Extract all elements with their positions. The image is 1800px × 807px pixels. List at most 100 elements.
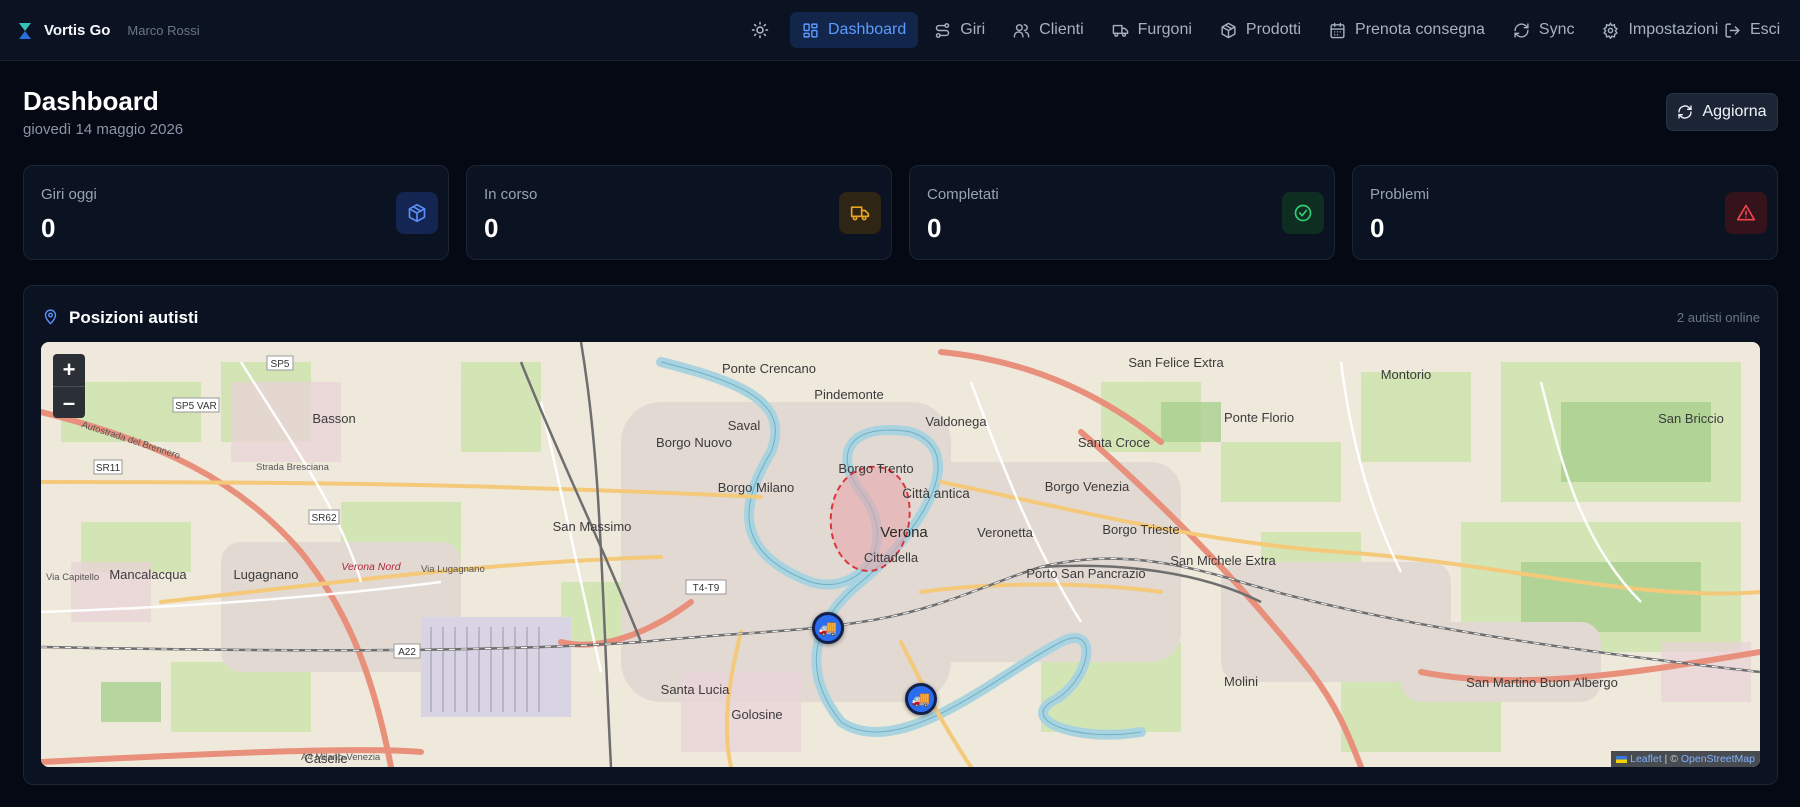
calendar-icon [1330,22,1345,38]
sun-icon [751,21,769,39]
stat-value: 0 [1370,213,1385,243]
map-label: Ponte Florio [1224,410,1294,425]
zoom-out-button[interactable]: – [53,386,85,418]
map-label: Lugagnano [233,567,298,582]
logout-button[interactable]: Esci [1712,12,1792,48]
map-label: Veronetta [977,525,1033,540]
stat-icon-wrapper [839,192,881,234]
stat-value: 0 [927,213,942,243]
road-shield: T4-T9 [693,583,720,594]
brand[interactable]: Vortis Go Marco Rossi [18,0,200,61]
road-shield: SR11 [96,463,121,474]
check-circle-icon [1294,204,1312,222]
stat-label: Giri oggi [41,186,97,203]
nav-item-sync[interactable]: Sync [1501,12,1587,48]
map-label: San Felice Extra [1128,355,1224,370]
attribution-separator: | © [1661,753,1681,765]
nav-item-furgoni[interactable]: Furgoni [1100,12,1204,48]
nav-item-label: Impostazioni [1628,21,1719,38]
package-icon [1221,22,1236,38]
map-label: San Michele Extra [1170,553,1276,568]
map-view[interactable]: Ponte Crencano Pindemonte Saval Valdoneg… [41,342,1760,767]
page-date: giovedì 14 maggio 2026 [23,121,184,138]
nav-item-label: Furgoni [1137,21,1192,38]
stat-value: 0 [484,213,499,243]
map-attribution: Leaflet | © OpenStreetMap [1611,751,1760,767]
logout-label: Esci [1750,21,1781,38]
map-label: Basson [312,411,355,426]
map-label: Borgo Nuovo [656,435,732,450]
app-name: Vortis Go [44,22,111,39]
stat-card-giri-oggi: Giri oggi 0 [23,165,449,260]
truck-icon [1112,24,1128,37]
top-navbar: Vortis Go Marco Rossi Dashboard Giri Cli… [0,0,1800,61]
alert-triangle-icon [1736,204,1756,221]
zoom-control: + – [53,354,85,418]
map-label: Via Lugagnano [421,564,485,575]
nav-item-prodotti[interactable]: Prodotti [1208,12,1313,48]
gear-icon [1603,21,1619,39]
nav-item-dashboard[interactable]: Dashboard [790,12,919,48]
driver-marker-2[interactable]: 🚚 [905,683,937,715]
refresh-icon [1678,105,1693,119]
nav-item-impostazioni[interactable]: Impostazioni [1590,12,1730,48]
map-label: Verona Nord [341,561,401,573]
stat-icon-wrapper [396,192,438,234]
sync-icon [1514,22,1529,38]
driver-positions-panel: Posizioni autisti 2 autisti online Ponte… [23,285,1778,785]
map-label: Golosine [731,707,782,722]
map-tiles: Ponte Crencano Pindemonte Saval Valdoneg… [41,342,1760,767]
driver-marker-1[interactable]: 🚚 [812,612,844,644]
stat-label: Completati [927,186,999,203]
nav-item-clienti[interactable]: Clienti [1001,12,1095,48]
map-label: Santa Croce [1078,435,1150,450]
refresh-button[interactable]: Aggiorna [1666,93,1778,131]
map-label: Valdonega [925,414,987,429]
zoom-in-button[interactable]: + [53,354,85,386]
stat-card-problemi: Problemi 0 [1352,165,1778,260]
map-label: San Briccio [1658,411,1724,426]
page-title: Dashboard [23,86,159,116]
nav-item-label: Prodotti [1245,21,1302,38]
leaflet-link[interactable]: Leaflet [1630,753,1662,765]
stat-card-in-corso: In corso 0 [466,165,892,260]
map-label: Via Capitello [46,572,99,583]
stat-label: Problemi [1370,186,1430,203]
map-label: Cittadella [864,550,919,565]
users-icon [1013,23,1030,38]
package-icon [408,203,426,223]
nav-item-label: Prenota consegna [1355,21,1485,38]
stat-card-completati: Completati 0 [909,165,1335,260]
nav-item-label: Giri [960,21,986,38]
road-shield: SP5 [271,359,290,370]
map-label: Città antica [902,486,970,501]
road-shield: SR62 [311,513,336,524]
refresh-label: Aggiorna [1702,103,1767,120]
theme-toggle-button[interactable] [742,12,778,48]
map-label: Borgo Venezia [1045,479,1130,494]
truck-icon [850,206,870,221]
nav-item-giri[interactable]: Giri [922,12,997,48]
map-label: Ponte Crencano [722,361,816,376]
user-name: Marco Rossi [127,23,200,38]
stat-label: In corso [484,186,538,203]
stat-icon-wrapper [1725,192,1767,234]
nav-item-prenota-consegna[interactable]: Prenota consegna [1317,12,1497,48]
map-label: Borgo Trento [838,461,913,476]
nav-item-label: Dashboard [828,21,907,38]
map-label: Porto San Pancrazio [1026,566,1145,581]
road-shield: SP5 VAR [175,401,217,412]
osm-link[interactable]: OpenStreetMap [1681,753,1755,765]
hourglass-logo-icon [19,22,31,39]
map-label: A4 Milano-Venezia [301,752,381,763]
map-label: Montorio [1381,367,1432,382]
stat-value: 0 [41,213,56,243]
map-label: Molini [1224,674,1258,689]
panel-title: Posizioni autisti [69,308,199,327]
nav-item-label: Sync [1538,21,1575,38]
drivers-online-count: 2 autisti online [1676,310,1760,325]
stat-icon-wrapper [1282,192,1324,234]
ukraine-flag-icon [1616,755,1628,763]
map-label: Borgo Trieste [1102,522,1179,537]
dashboard-icon [803,22,818,38]
